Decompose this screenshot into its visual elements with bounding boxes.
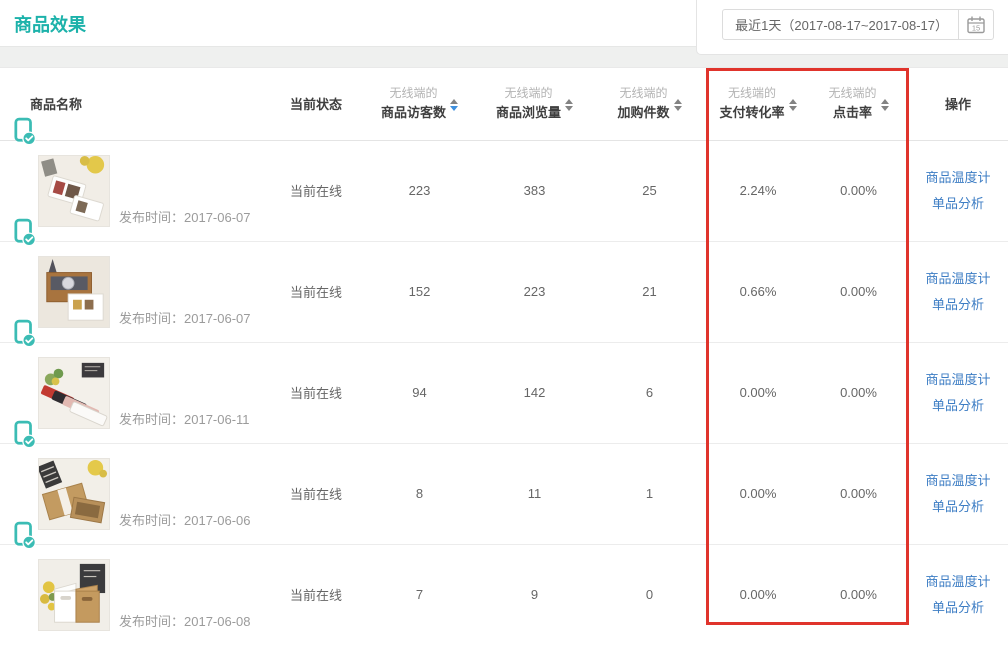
pay-conversion-value: 2.24% <box>707 140 809 241</box>
table-row: 发布时间：2017-06-06 当前在线 8 11 1 0.00% 0.00% … <box>0 443 1008 544</box>
mobile-verified-icon <box>14 521 36 553</box>
link-single-item-analysis[interactable]: 单品分析 <box>908 292 1008 318</box>
table-header-row: 商品名称 当前状态 无线端的 商品访客数 无线端的 商品浏览量 <box>0 68 1008 140</box>
column-header-subtitle: 无线端的 <box>617 84 669 103</box>
status-text: 当前在线 <box>270 140 362 241</box>
status-text: 当前在线 <box>270 544 362 645</box>
cart-adds-value: 21 <box>592 241 707 342</box>
sort-arrows-icon[interactable] <box>565 99 573 111</box>
pay-conversion-value: 0.66% <box>707 241 809 342</box>
views-value: 11 <box>477 443 592 544</box>
column-header-pay-conversion[interactable]: 无线端的 支付转化率 <box>707 68 809 140</box>
views-value: 223 <box>477 241 592 342</box>
link-product-thermometer[interactable]: 商品温度计 <box>908 367 1008 393</box>
link-single-item-analysis[interactable]: 单品分析 <box>908 393 1008 419</box>
link-single-item-analysis[interactable]: 单品分析 <box>908 494 1008 520</box>
link-product-thermometer[interactable]: 商品温度计 <box>908 165 1008 191</box>
column-header-cart-adds[interactable]: 无线端的 加购件数 <box>592 68 707 140</box>
column-header-subtitle: 无线端的 <box>381 84 446 103</box>
page-title: 商品效果 <box>14 11 86 37</box>
publish-date: 发布时间：2017-06-08 <box>119 611 251 630</box>
mobile-verified-icon <box>14 218 36 250</box>
link-single-item-analysis[interactable]: 单品分析 <box>908 191 1008 217</box>
pay-conversion-value: 0.00% <box>707 544 809 645</box>
column-header-product-name: 商品名称 <box>0 68 270 140</box>
table-row: 发布时间：2017-06-08 当前在线 7 9 0 0.00% 0.00% 商… <box>0 544 1008 645</box>
calendar-icon[interactable]: 15 <box>958 10 993 39</box>
visitors-value: 152 <box>362 241 477 342</box>
product-thumbnail[interactable] <box>38 357 110 429</box>
views-value: 142 <box>477 342 592 443</box>
status-text: 当前在线 <box>270 241 362 342</box>
date-range-button[interactable]: 最近1天（2017-08-17~2017-08-17） 15 <box>722 9 994 40</box>
link-product-thermometer[interactable]: 商品温度计 <box>908 266 1008 292</box>
product-thumbnail[interactable] <box>38 256 110 328</box>
status-text: 当前在线 <box>270 342 362 443</box>
products-table: 商品名称 当前状态 无线端的 商品访客数 无线端的 商品浏览量 <box>0 68 1008 645</box>
visitors-value: 223 <box>362 140 477 241</box>
table-row: 发布时间：2017-06-07 当前在线 223 383 25 2.24% 0.… <box>0 140 1008 241</box>
mobile-verified-icon <box>14 117 36 149</box>
column-header-ctr[interactable]: 无线端的 点击率 <box>809 68 908 140</box>
product-thumbnail[interactable] <box>38 155 110 227</box>
product-thumbnail[interactable] <box>38 458 110 530</box>
date-filter-panel: 最近1天（2017-08-17~2017-08-17） 15 <box>696 0 1008 55</box>
pay-conversion-value: 0.00% <box>707 443 809 544</box>
column-header-visitors[interactable]: 无线端的 商品访客数 <box>362 68 477 140</box>
mobile-verified-icon <box>14 319 36 351</box>
column-header-views[interactable]: 无线端的 商品浏览量 <box>477 68 592 140</box>
product-thumbnail[interactable] <box>38 559 110 631</box>
sort-arrows-icon[interactable] <box>674 99 682 111</box>
visitors-value: 94 <box>362 342 477 443</box>
column-header-status: 当前状态 <box>270 68 362 140</box>
link-single-item-analysis[interactable]: 单品分析 <box>908 595 1008 621</box>
ctr-value: 0.00% <box>809 342 908 443</box>
status-text: 当前在线 <box>270 443 362 544</box>
sort-arrows-icon[interactable] <box>450 99 458 111</box>
ctr-value: 0.00% <box>809 544 908 645</box>
publish-date: 发布时间：2017-06-07 <box>119 207 251 226</box>
svg-text:15: 15 <box>972 23 980 32</box>
ctr-value: 0.00% <box>809 140 908 241</box>
publish-date: 发布时间：2017-06-07 <box>119 308 251 327</box>
sort-arrows-icon[interactable] <box>789 99 797 111</box>
publish-date: 发布时间：2017-06-11 <box>119 409 250 428</box>
cart-adds-value: 6 <box>592 342 707 443</box>
column-header-subtitle: 无线端的 <box>719 84 784 103</box>
visitors-value: 7 <box>362 544 477 645</box>
views-value: 383 <box>477 140 592 241</box>
column-header-subtitle: 无线端的 <box>496 84 561 103</box>
link-product-thermometer[interactable]: 商品温度计 <box>908 468 1008 494</box>
ctr-value: 0.00% <box>809 443 908 544</box>
cart-adds-value: 1 <box>592 443 707 544</box>
visitors-value: 8 <box>362 443 477 544</box>
table-row: 发布时间：2017-06-07 当前在线 152 223 21 0.66% 0.… <box>0 241 1008 342</box>
cart-adds-value: 25 <box>592 140 707 241</box>
views-value: 9 <box>477 544 592 645</box>
publish-date: 发布时间：2017-06-06 <box>119 510 251 529</box>
date-range-label: 最近1天（2017-08-17~2017-08-17） <box>723 10 958 39</box>
column-header-subtitle: 无线端的 <box>828 84 876 103</box>
sort-arrows-icon[interactable] <box>881 99 889 111</box>
link-product-thermometer[interactable]: 商品温度计 <box>908 569 1008 595</box>
mobile-verified-icon <box>14 420 36 452</box>
cart-adds-value: 0 <box>592 544 707 645</box>
pay-conversion-value: 0.00% <box>707 342 809 443</box>
table-row: 发布时间：2017-06-11 当前在线 94 142 6 0.00% 0.00… <box>0 342 1008 443</box>
ctr-value: 0.00% <box>809 241 908 342</box>
column-header-actions: 操作 <box>908 68 1008 140</box>
products-table-card: 商品名称 当前状态 无线端的 商品访客数 无线端的 商品浏览量 <box>0 67 1008 645</box>
